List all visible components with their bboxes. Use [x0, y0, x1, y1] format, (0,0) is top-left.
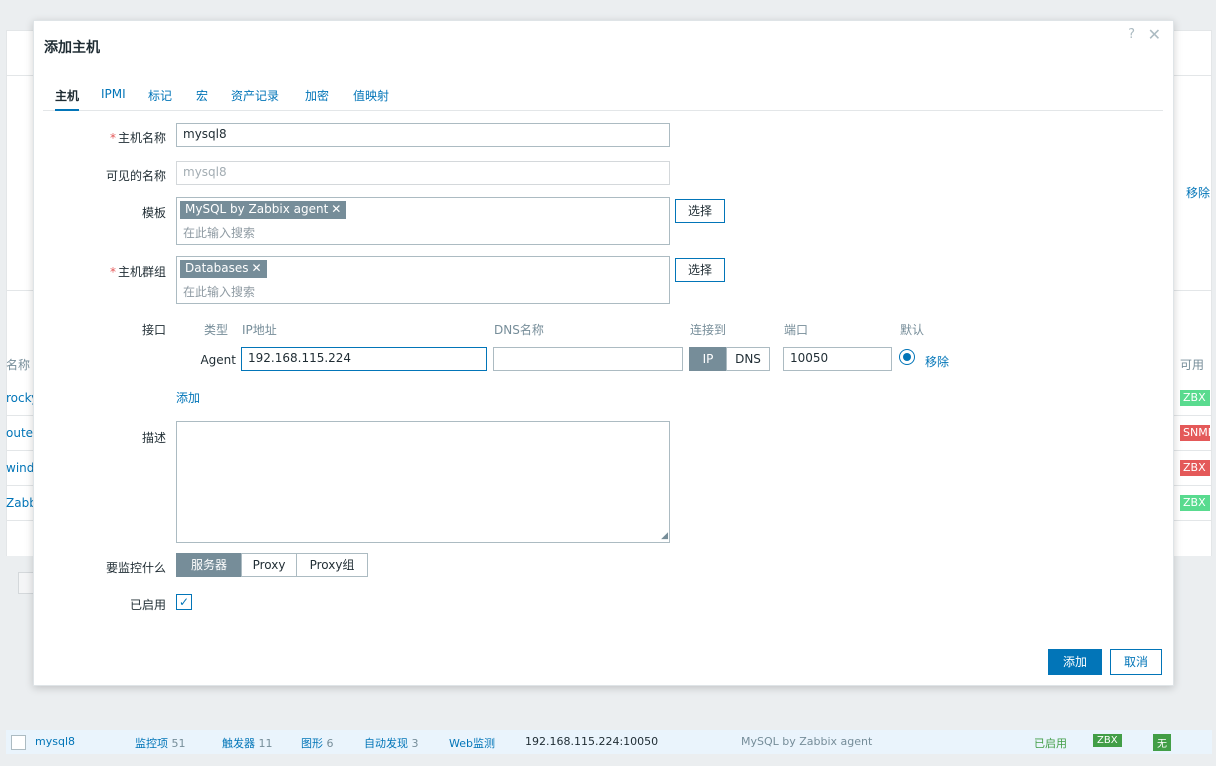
iface-type-value: Agent [200, 353, 236, 367]
templates-label: 模板 [141, 206, 166, 220]
discovery-link[interactable]: 自动发现 3 [364, 735, 419, 751]
host-groups-label: * 主机群组 [109, 265, 166, 279]
iface-type-header: 类型 [204, 323, 229, 337]
connect-dns-toggle[interactable]: DNS [726, 347, 770, 371]
host-name-label: * 主机名称 [109, 131, 166, 145]
background-host-link[interactable]: Zabbi [6, 496, 34, 510]
iface-ip-input[interactable]: 192.168.115.224 [241, 347, 487, 371]
graphs-link[interactable]: 图形 6 [301, 735, 334, 751]
triggers-link[interactable]: 触发器 11 [222, 735, 273, 751]
dialog-title: 添加主机 [44, 40, 100, 56]
availability-badge: SNMP [1180, 425, 1210, 441]
iface-dns-header: DNS名称 [494, 323, 544, 337]
none-badge: 无 [1153, 734, 1171, 751]
host-name-link[interactable]: mysql8 [35, 735, 75, 748]
add-host-dialog: 添加主机 ? ✕ 主机 IPMI 标记 宏 资产记录 加密 值映射 * 主机名称 … [33, 20, 1174, 686]
background-host-link[interactable]: outer [6, 426, 34, 440]
background-name-header[interactable]: 名称 [6, 356, 30, 373]
templates-search-placeholder[interactable]: 在此输入搜索 [183, 224, 255, 241]
status-link[interactable]: 已启用 [1034, 735, 1067, 751]
description-label: 描述 [141, 431, 166, 445]
interfaces-label: 接口 [141, 323, 166, 337]
row-checkbox[interactable] [11, 735, 26, 750]
remove-chip-icon[interactable]: ✕ [331, 202, 341, 216]
add-button[interactable]: 添加 [1048, 649, 1102, 675]
iface-port-header: 端口 [784, 323, 809, 337]
host-groups-multiselect[interactable]: Databases ✕ 在此输入搜索 [176, 256, 670, 304]
groups-search-placeholder[interactable]: 在此输入搜索 [183, 283, 255, 300]
iface-connect-header: 连接到 [690, 323, 727, 337]
availability-badge: ZBX [1180, 390, 1210, 406]
monitored-by-proxy[interactable]: Proxy [241, 553, 297, 577]
host-table-row: mysql8 监控项 51 触发器 11 图形 6 自动发现 3 Web监测 1… [6, 730, 1212, 754]
tab-value-mapping[interactable]: 值映射 [353, 87, 389, 104]
availability-badge: ZBX [1180, 460, 1210, 476]
remove-chip-icon[interactable]: ✕ [252, 261, 262, 275]
zbx-badge: ZBX [1093, 734, 1122, 747]
templates-multiselect[interactable]: MySQL by Zabbix agent ✕ 在此输入搜索 [176, 197, 670, 245]
monitored-by-label: 要监控什么 [105, 561, 166, 575]
tab-inventory[interactable]: 资产记录 [231, 87, 279, 104]
monitored-by-server[interactable]: 服务器 [176, 553, 242, 577]
description-textarea[interactable]: ◢ [176, 421, 670, 543]
items-link[interactable]: 监控项 51 [135, 735, 186, 751]
tab-host[interactable]: 主机 [55, 87, 80, 111]
iface-port-input[interactable]: 10050 [783, 347, 892, 371]
visible-name-label: 可见的名称 [105, 169, 166, 183]
availability-badge: ZBX [1180, 495, 1210, 511]
template-text[interactable]: MySQL by Zabbix agent [741, 735, 872, 748]
web-link[interactable]: Web监测 [449, 735, 495, 751]
close-icon[interactable]: ✕ [1148, 25, 1161, 44]
iface-remove-link[interactable]: 移除 [925, 353, 949, 370]
help-icon[interactable]: ? [1128, 27, 1135, 42]
visible-name-input[interactable]: mysql8 [176, 161, 670, 185]
enabled-checkbox[interactable]: ✓ [176, 594, 192, 610]
host-name-input[interactable]: mysql8 [176, 123, 670, 147]
background-host-link[interactable]: rocky [6, 391, 34, 405]
resize-handle-icon[interactable]: ◢ [661, 531, 668, 541]
background-availability-header: 可用 [1180, 358, 1205, 372]
iface-ip-header: IP地址 [242, 323, 277, 337]
tab-tags[interactable]: 标记 [148, 87, 172, 104]
template-chip: MySQL by Zabbix agent ✕ [180, 201, 347, 219]
iface-dns-input[interactable] [493, 347, 683, 371]
host-groups-select-button[interactable]: 选择 [675, 258, 725, 282]
enabled-label: 已启用 [129, 598, 166, 612]
tab-encryption[interactable]: 加密 [305, 87, 329, 104]
templates-select-button[interactable]: 选择 [675, 199, 725, 223]
interface-text: 192.168.115.224:10050 [525, 735, 659, 748]
dialog-tabs: 主机 IPMI 标记 宏 资产记录 加密 值映射 [43, 87, 1163, 111]
add-interface-link[interactable]: 添加 [176, 389, 200, 406]
background-remove-link[interactable]: 移除 [1186, 184, 1210, 201]
iface-default-header: 默认 [900, 323, 925, 337]
default-interface-radio[interactable] [899, 349, 915, 365]
cancel-button[interactable]: 取消 [1110, 649, 1162, 675]
connect-ip-toggle[interactable]: IP [689, 347, 727, 371]
tab-ipmi[interactable]: IPMI [101, 87, 126, 101]
group-chip: Databases ✕ [180, 260, 267, 278]
tab-macros[interactable]: 宏 [196, 87, 208, 104]
monitored-by-proxy-group[interactable]: Proxy组 [296, 553, 368, 577]
background-host-link[interactable]: windo [6, 461, 34, 475]
